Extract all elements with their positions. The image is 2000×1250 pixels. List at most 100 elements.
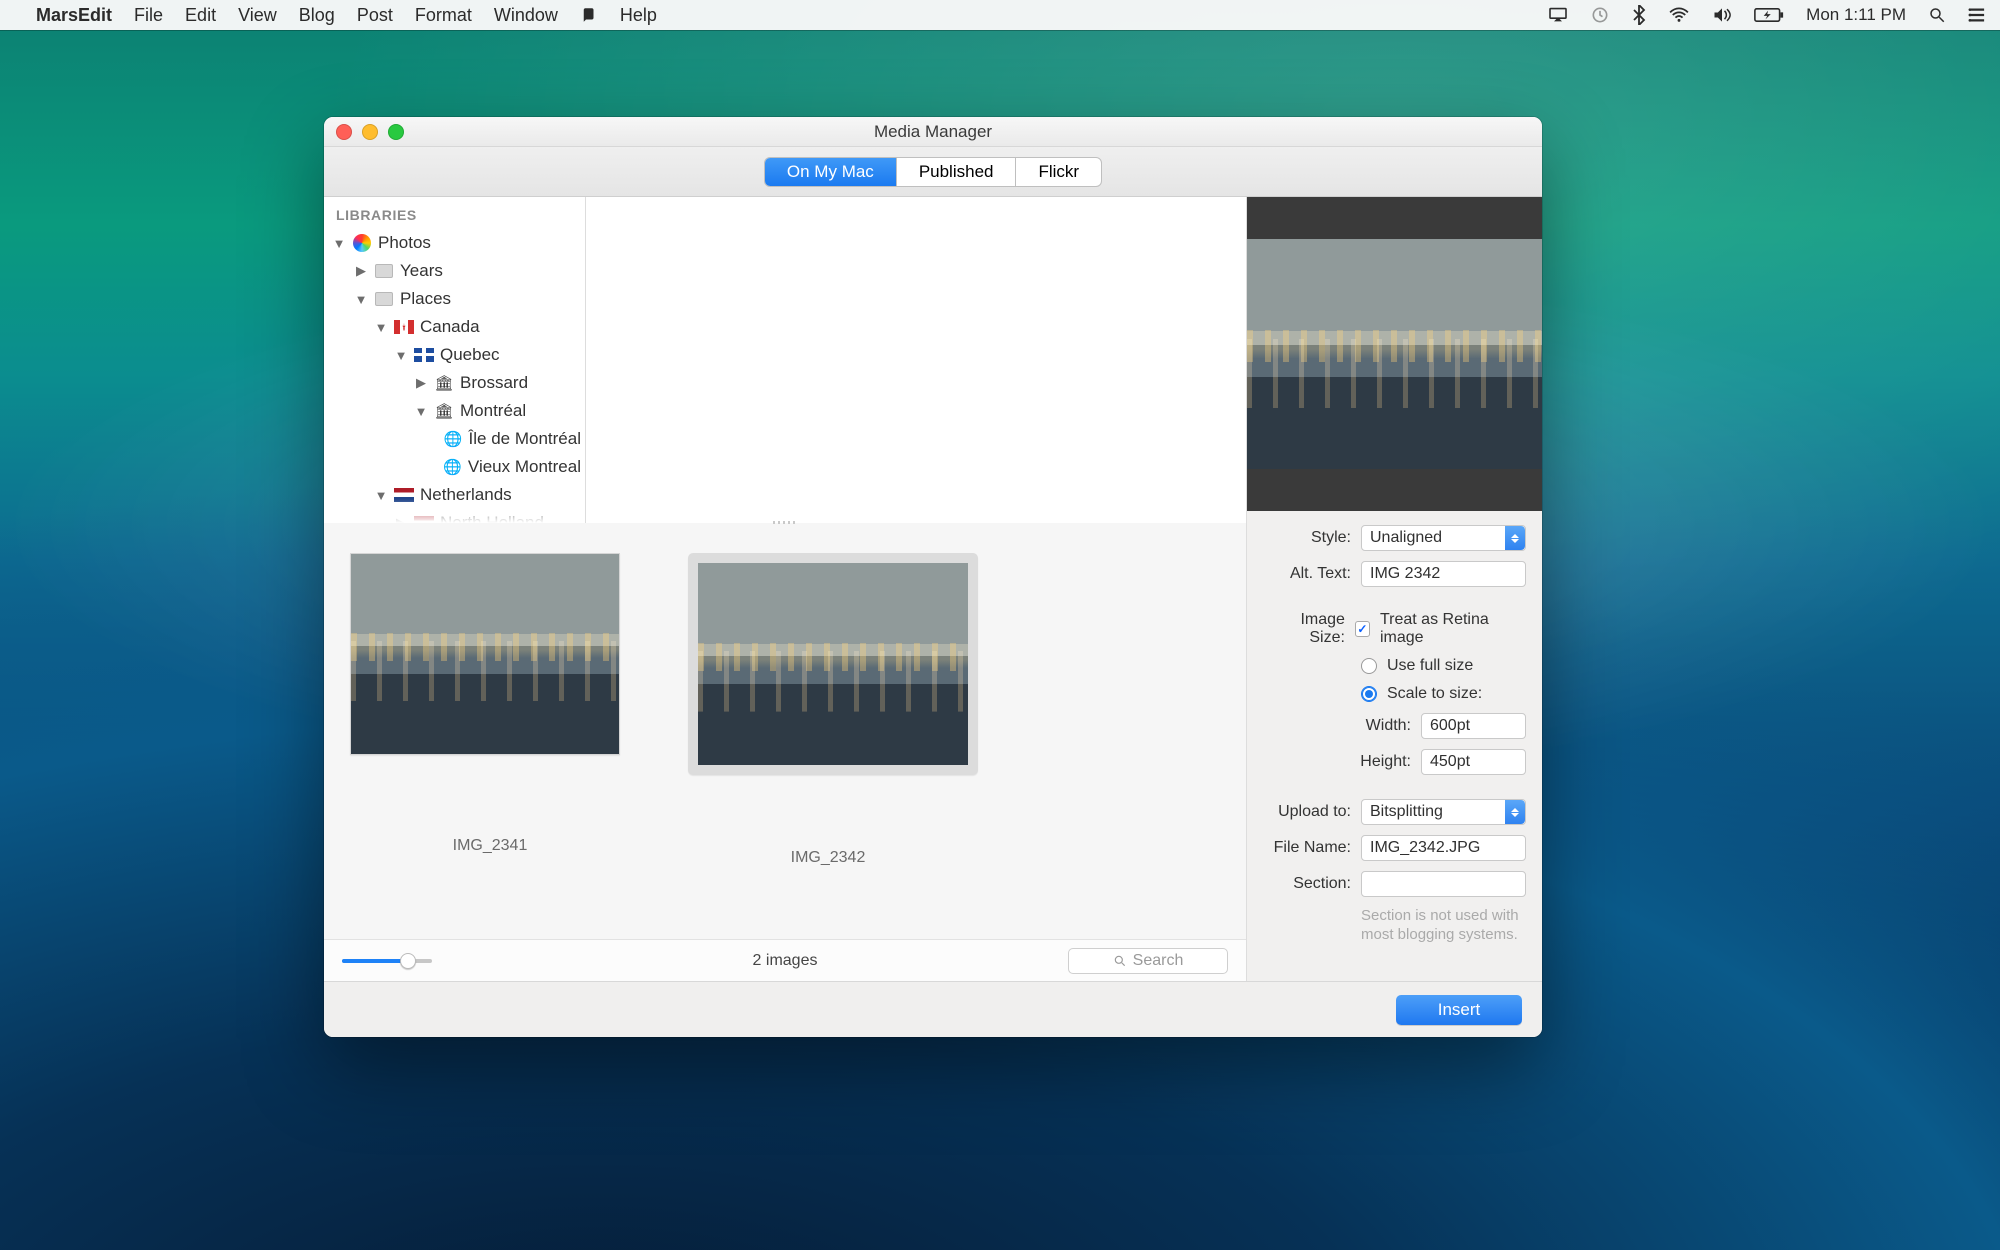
thumbnail-cell[interactable]: IMG_2342 bbox=[688, 553, 968, 867]
menu-window[interactable]: Window bbox=[494, 5, 558, 26]
filename-label: File Name: bbox=[1263, 839, 1351, 857]
use-full-size-radio[interactable] bbox=[1361, 658, 1377, 674]
window-title: Media Manager bbox=[874, 122, 992, 142]
disclosure-triangle-icon[interactable]: ▼ bbox=[414, 404, 428, 419]
sidebar-section-header: LIBRARIES bbox=[324, 197, 585, 227]
folder-icon bbox=[374, 261, 394, 281]
timemachine-icon[interactable] bbox=[1590, 5, 1610, 25]
tree-node[interactable]: ▼ Quebec bbox=[328, 341, 581, 369]
tab-published[interactable]: Published bbox=[897, 158, 1017, 186]
thumbnail-cell[interactable]: IMG_2341 bbox=[350, 553, 630, 855]
tree-node-label: Years bbox=[400, 261, 443, 281]
scale-to-size-radio[interactable] bbox=[1361, 686, 1377, 702]
airplay-icon[interactable] bbox=[1548, 7, 1568, 23]
retina-checkbox-label: Treat as Retina image bbox=[1380, 611, 1526, 647]
preview-image bbox=[1247, 239, 1542, 469]
spotlight-icon[interactable] bbox=[1928, 6, 1946, 24]
disclosure-triangle-icon[interactable]: ▶ bbox=[354, 263, 368, 279]
wifi-icon[interactable] bbox=[1668, 7, 1690, 23]
disclosure-triangle-icon[interactable]: ▼ bbox=[374, 320, 388, 335]
tree-node-label: Montréal bbox=[460, 401, 526, 421]
section-hint: most blogging systems. bbox=[1361, 926, 1519, 945]
uploadto-select[interactable]: Bitsplitting bbox=[1361, 799, 1526, 825]
window-titlebar[interactable]: Media Manager bbox=[324, 117, 1542, 147]
width-label: Width: bbox=[1263, 717, 1411, 735]
thumbnail-caption: IMG_2342 bbox=[688, 849, 968, 867]
thumbnail[interactable] bbox=[688, 553, 978, 775]
thumbnail-zoom-slider[interactable] bbox=[342, 959, 432, 963]
window-minimize-button[interactable] bbox=[362, 124, 378, 140]
split-handle[interactable] bbox=[773, 521, 797, 527]
window-close-button[interactable] bbox=[336, 124, 352, 140]
tree-node[interactable]: 🌐Île de Montréal bbox=[328, 425, 581, 453]
style-select[interactable]: Unaligned bbox=[1361, 525, 1526, 551]
section-field[interactable] bbox=[1361, 871, 1526, 897]
disclosure-triangle-icon[interactable]: ▼ bbox=[332, 236, 346, 251]
use-full-size-label: Use full size bbox=[1387, 657, 1473, 675]
flag-qc-icon bbox=[414, 345, 434, 365]
window-zoom-button[interactable] bbox=[388, 124, 404, 140]
search-icon bbox=[1113, 954, 1127, 968]
globe-icon: 🌐 bbox=[443, 457, 462, 477]
menu-view[interactable]: View bbox=[238, 5, 277, 26]
filename-field[interactable]: IMG_2342.JPG bbox=[1361, 835, 1526, 861]
thumbnail-image bbox=[698, 563, 968, 765]
disclosure-triangle-icon[interactable]: ▶ bbox=[414, 375, 428, 391]
tree-node[interactable]: ▶ Years bbox=[328, 257, 581, 285]
window-footer: Insert bbox=[324, 981, 1542, 1037]
section-label: Section: bbox=[1263, 875, 1351, 893]
script-menu-icon[interactable] bbox=[580, 6, 598, 24]
bluetooth-icon[interactable] bbox=[1632, 5, 1646, 25]
libraries-sidebar[interactable]: LIBRARIES ▼Photos▶Years▼Places▼Canada▼Qu… bbox=[324, 197, 586, 523]
tree-node[interactable]: ▼ Canada bbox=[328, 313, 581, 341]
menu-blog[interactable]: Blog bbox=[299, 5, 335, 26]
chevron-updown-icon bbox=[1505, 526, 1525, 550]
search-field[interactable]: Search bbox=[1068, 948, 1228, 974]
tree-node-label: Canada bbox=[420, 317, 480, 337]
height-label: Height: bbox=[1263, 753, 1411, 771]
menubar-clock[interactable]: Mon 1:11 PM bbox=[1806, 5, 1906, 25]
menu-format[interactable]: Format bbox=[415, 5, 472, 26]
menu-file[interactable]: File bbox=[134, 5, 163, 26]
menu-post[interactable]: Post bbox=[357, 5, 393, 26]
retina-checkbox[interactable] bbox=[1355, 621, 1370, 637]
thumbnail-caption: IMG_2341 bbox=[350, 837, 630, 855]
sidebar-overflow-fade bbox=[324, 499, 585, 523]
height-field[interactable]: 450pt bbox=[1421, 749, 1526, 775]
disclosure-triangle-icon[interactable]: ▼ bbox=[354, 292, 368, 307]
tree-node[interactable]: ▼Photos bbox=[328, 229, 581, 257]
menu-help[interactable]: Help bbox=[620, 5, 657, 26]
image-count-label: 2 images bbox=[753, 952, 818, 970]
alttext-field[interactable]: IMG 2342 bbox=[1361, 561, 1526, 587]
tree-node-label: Vieux Montreal bbox=[468, 457, 581, 477]
section-hint: Section is not used with bbox=[1361, 907, 1519, 926]
tab-on-my-mac[interactable]: On My Mac bbox=[765, 158, 897, 186]
thumbnail-grid-pane: IMG_2341 IMG_2342 2 images Search bbox=[324, 523, 1246, 981]
app-menu[interactable]: MarsEdit bbox=[36, 5, 112, 26]
tree-node[interactable]: ▼ 🏛 Montréal bbox=[328, 397, 581, 425]
width-field[interactable]: 600pt bbox=[1421, 713, 1526, 739]
tree-node[interactable]: ▼Places bbox=[328, 285, 581, 313]
media-manager-window: Media Manager On My Mac Published Flickr… bbox=[324, 117, 1542, 1037]
notification-center-icon[interactable] bbox=[1968, 7, 1986, 23]
disclosure-triangle-icon[interactable]: ▼ bbox=[394, 348, 408, 363]
scale-to-size-label: Scale to size: bbox=[1387, 685, 1482, 703]
tree-node-label: Quebec bbox=[440, 345, 500, 365]
tab-flickr[interactable]: Flickr bbox=[1016, 158, 1101, 186]
thumbnail[interactable] bbox=[350, 553, 620, 755]
landmark-icon: 🏛 bbox=[434, 401, 454, 421]
source-segmented-control[interactable]: On My Mac Published Flickr bbox=[764, 157, 1102, 187]
folder-icon bbox=[374, 289, 394, 309]
volume-icon[interactable] bbox=[1712, 6, 1732, 24]
battery-icon[interactable] bbox=[1754, 7, 1784, 23]
flag-ca-icon bbox=[394, 317, 414, 337]
tree-node-label: Île de Montréal bbox=[469, 429, 581, 449]
tree-node[interactable]: ▶ 🏛 Brossard bbox=[328, 369, 581, 397]
insert-button[interactable]: Insert bbox=[1396, 995, 1522, 1025]
menu-edit[interactable]: Edit bbox=[185, 5, 216, 26]
tree-node[interactable]: 🌐 Vieux Montreal bbox=[328, 453, 581, 481]
landmark-icon: 🏛 bbox=[434, 373, 454, 393]
imagesize-label: Image Size: bbox=[1263, 611, 1345, 647]
tree-node-label: Brossard bbox=[460, 373, 528, 393]
uploadto-label: Upload to: bbox=[1263, 803, 1351, 821]
